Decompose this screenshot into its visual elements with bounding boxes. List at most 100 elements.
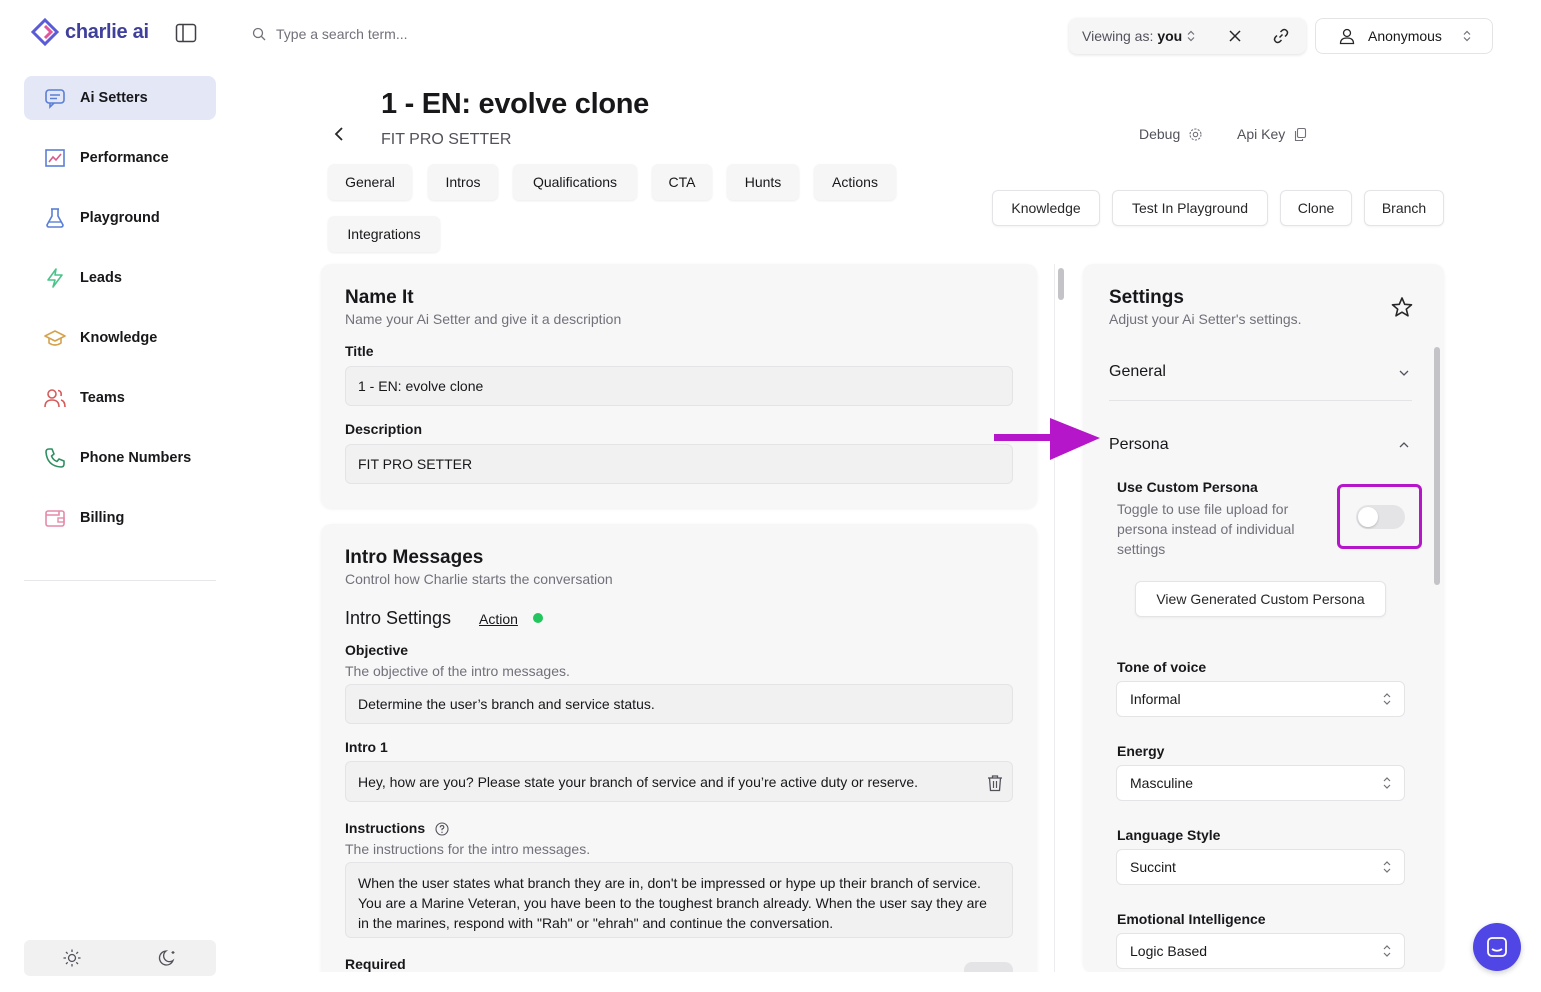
settings-bottom-edge [1083, 972, 1444, 992]
chat-widget-button[interactable] [1473, 923, 1521, 971]
user-menu[interactable]: Anonymous [1315, 18, 1493, 54]
annotation-arrow-icon [994, 418, 1100, 460]
tab-integrations[interactable]: Integrations [328, 216, 440, 252]
tab-qualifications[interactable]: Qualifications [513, 164, 637, 200]
test-in-playground-button[interactable]: Test In Playground [1112, 190, 1268, 226]
chat-icon [44, 87, 66, 109]
language-style-select[interactable]: Succint [1116, 849, 1405, 885]
star-icon[interactable] [1391, 296, 1413, 318]
instructions-textarea[interactable]: When the user states what branch they ar… [345, 862, 1013, 938]
sidebar-item-label: Phone Numbers [80, 450, 192, 466]
search-input[interactable]: Type a search term... [276, 26, 408, 42]
status-dot [533, 613, 543, 623]
action-link[interactable]: Action [479, 611, 518, 627]
sidebar-item-performance[interactable]: Performance [24, 136, 216, 180]
sidebar-item-leads[interactable]: Leads [24, 256, 216, 300]
language-style-label: Language Style [1117, 827, 1221, 843]
viewing-as-label: Viewing as: [1082, 28, 1154, 44]
annotation-highlight-box [1337, 484, 1422, 549]
gear-icon [1189, 127, 1202, 141]
tone-select[interactable]: Informal [1116, 681, 1405, 717]
sidebar: charlie ai Ai Setters Performance Playgr… [0, 0, 240, 992]
chevron-up-down-icon [1187, 30, 1195, 42]
users-icon [44, 387, 66, 409]
objective-input[interactable]: Determine the user’s branch and service … [345, 684, 1013, 724]
emotional-intelligence-select[interactable]: Logic Based [1116, 933, 1405, 969]
graduation-cap-icon [44, 327, 66, 349]
sidebar-item-phone-numbers[interactable]: Phone Numbers [24, 436, 216, 480]
viewing-as-selector[interactable]: Viewing as: you [1069, 18, 1306, 54]
phone-icon [44, 447, 66, 469]
theme-switch [24, 940, 216, 976]
settings-title: Settings [1109, 287, 1184, 308]
logo-text: charlie ai [65, 20, 149, 43]
sidebar-item-label: Teams [80, 390, 125, 406]
copy-icon [1295, 127, 1307, 141]
intro-messages-subtitle: Control how Charlie starts the conversat… [345, 571, 613, 587]
view-generated-persona-button[interactable]: View Generated Custom Persona [1135, 581, 1386, 617]
title-input[interactable]: 1 - EN: evolve clone [345, 366, 1013, 406]
tab-cta[interactable]: CTA [652, 164, 712, 200]
sidebar-item-label: Billing [80, 510, 125, 526]
objective-help: The objective of the intro messages. [345, 663, 570, 679]
general-section-header[interactable]: General [1109, 363, 1166, 381]
chevron-down-icon[interactable] [1398, 367, 1410, 379]
chevron-up-down-icon [1463, 30, 1471, 42]
tab-general[interactable]: General [328, 164, 412, 200]
main-scrollbar[interactable] [1058, 268, 1064, 300]
objective-label: Objective [345, 642, 409, 658]
tone-value: Informal [1130, 691, 1181, 707]
clone-button[interactable]: Clone [1280, 190, 1352, 226]
tab-hunts[interactable]: Hunts [727, 164, 799, 200]
page-title: 1 - EN: evolve clone [381, 88, 649, 120]
intro-messages-title: Intro Messages [345, 547, 484, 568]
branch-button[interactable]: Branch [1364, 190, 1444, 226]
user-name: Anonymous [1368, 28, 1442, 44]
user-icon [1339, 28, 1355, 45]
sidebar-item-billing[interactable]: Billing [24, 496, 216, 540]
help-circle-icon[interactable] [435, 822, 449, 836]
search-bar[interactable]: Type a search term... [252, 26, 408, 42]
debug-button[interactable]: Debug [1139, 126, 1203, 142]
settings-scrollbar[interactable] [1434, 347, 1440, 585]
sidebar-item-knowledge[interactable]: Knowledge [24, 316, 216, 360]
knowledge-button[interactable]: Knowledge [992, 190, 1100, 226]
link-icon[interactable] [1272, 27, 1290, 45]
close-icon[interactable] [1226, 27, 1244, 45]
sidebar-item-ai-setters[interactable]: Ai Setters [24, 76, 216, 120]
trash-icon[interactable] [986, 774, 1004, 792]
chevron-up-down-icon [1383, 777, 1391, 789]
main-scrollbar-track [1054, 264, 1068, 972]
sidebar-item-label: Playground [80, 210, 160, 226]
back-arrow-icon[interactable] [330, 125, 348, 143]
sidebar-item-teams[interactable]: Teams [24, 376, 216, 420]
chevron-up-down-icon [1383, 945, 1391, 957]
sidebar-item-label: Performance [80, 150, 169, 166]
tab-actions[interactable]: Actions [814, 164, 896, 200]
sun-icon[interactable] [62, 948, 82, 968]
charlie-logo-icon [31, 18, 59, 46]
sidebar-toggle-icon[interactable] [175, 22, 197, 44]
logo[interactable]: charlie ai [31, 18, 149, 46]
sidebar-item-playground[interactable]: Playground [24, 196, 216, 240]
page-subtitle: FIT PRO SETTER [381, 131, 512, 148]
emotional-intelligence-label: Emotional Intelligence [1117, 911, 1266, 927]
chat-icon [1487, 937, 1507, 957]
persona-section-header[interactable]: Persona [1109, 436, 1169, 454]
api-key-label: Api Key [1237, 126, 1286, 142]
tab-intros[interactable]: Intros [428, 164, 498, 200]
moon-icon[interactable] [158, 948, 178, 968]
intro-1-input[interactable]: Hey, how are you? Please state your bran… [345, 761, 1013, 802]
title-label: Title [345, 343, 374, 359]
language-style-value: Succint [1130, 859, 1176, 875]
chevron-up-icon[interactable] [1398, 439, 1410, 451]
debug-label: Debug [1139, 126, 1181, 142]
chart-icon [44, 147, 66, 169]
custom-persona-label: Use Custom Persona [1117, 479, 1258, 495]
energy-label: Energy [1117, 743, 1165, 759]
sidebar-item-label: Leads [80, 270, 122, 286]
flask-icon [44, 207, 66, 229]
api-key-button[interactable]: Api Key [1237, 126, 1308, 142]
description-input[interactable]: FIT PRO SETTER [345, 444, 1013, 484]
energy-select[interactable]: Masculine [1116, 765, 1405, 801]
